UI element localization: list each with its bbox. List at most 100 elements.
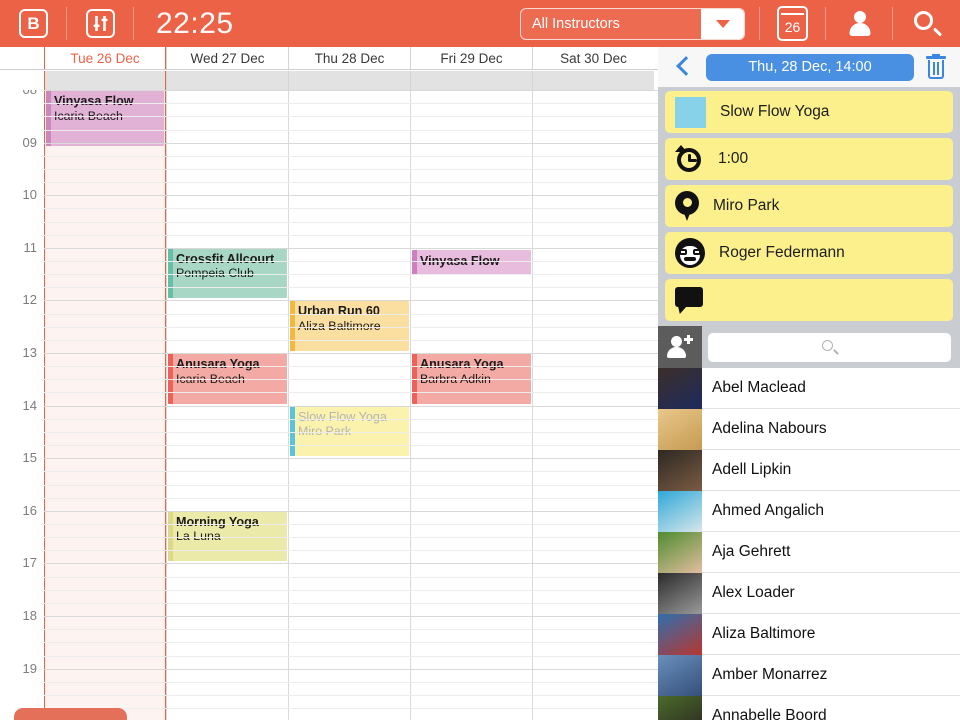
grid-line xyxy=(44,589,658,591)
attendee-name: Ahmed Angalich xyxy=(712,502,825,519)
attendee-row[interactable]: Adell Lipkin xyxy=(658,449,960,491)
avatar xyxy=(658,408,702,450)
day-header-1[interactable]: Wed 27 Dec xyxy=(166,47,288,69)
event-field-duration-clock-icon[interactable]: 1:00 xyxy=(665,138,953,180)
filters-button[interactable] xyxy=(67,0,134,47)
event-color-accent xyxy=(412,353,417,404)
attendee-row[interactable]: Aja Gehrett xyxy=(658,531,960,573)
grid-line xyxy=(44,353,658,354)
grid-line xyxy=(44,602,658,604)
grid-line xyxy=(44,537,658,539)
add-person-button[interactable] xyxy=(658,326,702,368)
attendee-row[interactable]: Ahmed Angalich xyxy=(658,490,960,532)
attendee-name: Annabelle Boord xyxy=(712,707,827,720)
avatar xyxy=(658,572,702,614)
event-color-accent xyxy=(168,510,173,562)
instructor-filter-select[interactable]: All Instructors xyxy=(520,7,745,40)
grid-line xyxy=(44,208,658,210)
event-field-color-swatch[interactable]: Slow Flow Yoga xyxy=(665,91,953,133)
hour-gutter: 08091011121314151617181920 xyxy=(0,90,44,720)
day-header-3[interactable]: Fri 29 Dec xyxy=(410,47,532,69)
all-day-cell-4[interactable] xyxy=(532,71,654,90)
grid-line xyxy=(44,287,658,289)
grid-line xyxy=(44,129,658,131)
calendar-event[interactable]: Vinyasa Flow xyxy=(412,250,531,275)
calendar-event[interactable]: Anusara Yoga Barbra Adkin xyxy=(412,353,531,404)
event-color-accent xyxy=(412,250,417,275)
grid-line xyxy=(44,576,658,578)
calendar-day-number: 26 xyxy=(784,19,801,35)
attendee-row[interactable]: Abel Maclead xyxy=(658,367,960,409)
event-datetime-pill[interactable]: Thu, 28 Dec, 14:00 xyxy=(706,53,914,81)
person-icon xyxy=(848,10,872,38)
day-header-2[interactable]: Thu 28 Dec xyxy=(288,47,410,69)
event-field-location-pin-icon[interactable]: Miro Park xyxy=(665,185,953,227)
gutter-spacer xyxy=(0,71,44,90)
calendar-event[interactable]: Vinyasa Flow Icaria Beach xyxy=(46,90,164,146)
attendee-name: Amber Monarrez xyxy=(712,666,828,683)
grid-line xyxy=(44,418,658,420)
calendar-event[interactable]: Anusara Yoga Icaria Beach xyxy=(168,353,287,404)
avatar xyxy=(658,654,702,696)
event-color-accent xyxy=(168,247,173,299)
attendee-row[interactable]: Aliza Baltimore xyxy=(658,613,960,655)
brand-b-icon: B xyxy=(19,9,48,38)
day-header-0[interactable]: Tue 26 Dec xyxy=(44,47,166,69)
event-field-comment-bubble-icon[interactable] xyxy=(665,279,953,321)
grid-line xyxy=(44,694,658,696)
time-grid[interactable]: Vinyasa Flow Icaria Beach Crossfit Allcour… xyxy=(0,90,658,720)
attendee-row[interactable]: Annabelle Boord xyxy=(658,695,960,720)
grid-line xyxy=(44,405,658,407)
brand-logo-button[interactable]: B xyxy=(0,0,67,47)
search-button[interactable] xyxy=(893,0,960,47)
attendee-row[interactable]: Adelina Nabours xyxy=(658,408,960,450)
all-day-cell-2[interactable] xyxy=(288,71,410,90)
grid-line xyxy=(44,247,658,249)
avatar xyxy=(658,367,702,409)
calendar-icon: 26 xyxy=(777,6,808,41)
grid-line xyxy=(44,563,658,565)
color-swatch xyxy=(675,96,706,128)
attendee-name: Abel Maclead xyxy=(712,379,806,396)
grid-line xyxy=(44,431,658,433)
attendee-row[interactable]: Alex Loader xyxy=(658,572,960,614)
calendar-event[interactable]: Slow Flow Yoga Miro Park xyxy=(290,405,409,457)
event-title: Vinyasa Flow xyxy=(54,94,134,108)
grid-line xyxy=(44,642,658,644)
event-title: Anusara Yoga xyxy=(176,357,260,371)
today-button[interactable]: Today xyxy=(14,708,127,720)
grid-line xyxy=(44,90,658,91)
grid-line xyxy=(44,366,658,368)
hour-label-12: 12 xyxy=(22,292,37,308)
attendee-search-row xyxy=(658,326,960,368)
back-chevron-icon[interactable] xyxy=(670,54,696,80)
all-day-cell-3[interactable] xyxy=(410,71,532,90)
sliders-icon xyxy=(86,9,115,38)
event-color-accent xyxy=(46,90,51,146)
calendar-event[interactable]: Crossfit Allcourt Pompeia Club xyxy=(168,247,287,299)
event-title: Crossfit Allcourt xyxy=(176,251,275,266)
hour-label-11: 11 xyxy=(23,239,38,255)
event-field-instructor-face-icon[interactable]: Roger Federmann xyxy=(665,232,953,274)
trash-icon[interactable] xyxy=(924,54,948,80)
grid-line xyxy=(44,142,658,144)
all-day-cell-1[interactable] xyxy=(166,71,288,90)
grid-line xyxy=(44,445,658,447)
instructor-face-icon xyxy=(675,238,705,268)
attendee-list[interactable]: Abel Maclead Adelina Nabours Adell Lipkin A… xyxy=(658,367,960,720)
hour-label-19: 19 xyxy=(22,660,37,676)
clients-button[interactable] xyxy=(826,0,893,47)
all-day-cell-0[interactable] xyxy=(44,71,166,90)
event-field-value: Roger Federmann xyxy=(719,244,845,261)
grid-line xyxy=(44,629,658,631)
event-title: Urban Run 60 xyxy=(298,304,380,319)
divider xyxy=(759,7,760,40)
calendar-date-button[interactable]: 26 xyxy=(759,0,826,47)
attendee-row[interactable]: Amber Monarrez xyxy=(658,654,960,696)
grid-line xyxy=(44,379,658,381)
attendee-search-input[interactable] xyxy=(708,332,951,362)
calendar-event[interactable]: Morning Yoga La Luna xyxy=(168,510,287,562)
grid-line xyxy=(44,458,658,460)
calendar-event[interactable]: Urban Run 60 Aliza Baltimore xyxy=(290,300,409,351)
day-header-4[interactable]: Sat 30 Dec xyxy=(532,47,654,69)
